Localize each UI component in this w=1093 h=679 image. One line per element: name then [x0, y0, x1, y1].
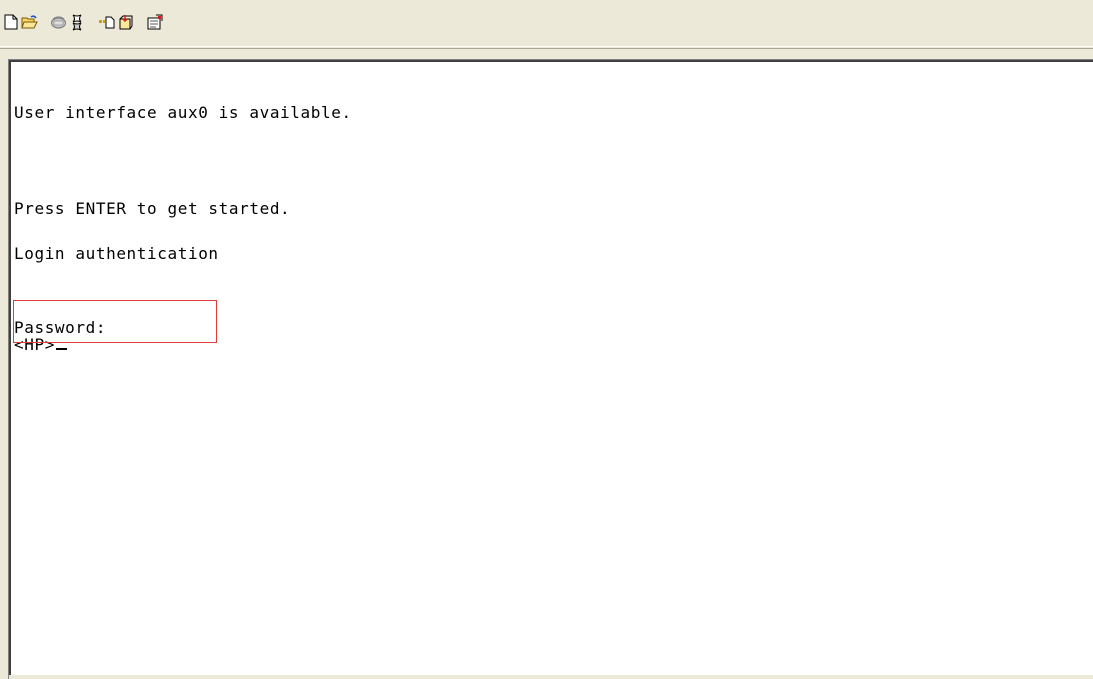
new-document-icon[interactable]	[2, 14, 19, 31]
disconnect-icon[interactable]	[69, 14, 86, 31]
terminal-line-press-enter: Press ENTER to get started.	[14, 199, 291, 218]
password-highlight-box	[13, 300, 217, 343]
connect-phone-icon[interactable]	[50, 14, 67, 31]
toolbar	[0, 0, 1093, 49]
terminal-window[interactable]	[9, 60, 1093, 675]
properties-icon[interactable]	[146, 14, 163, 31]
terminal-line-login: Login authentication	[14, 244, 219, 263]
terminal-line-aux: User interface aux0 is available.	[14, 103, 352, 122]
toolbar-divider	[0, 46, 1093, 47]
send-file-icon[interactable]	[98, 14, 115, 31]
open-folder-icon[interactable]	[21, 14, 38, 31]
toolbar-buttons	[2, 13, 165, 31]
terminal-cursor	[55, 348, 67, 350]
receive-file-icon[interactable]	[117, 14, 134, 31]
